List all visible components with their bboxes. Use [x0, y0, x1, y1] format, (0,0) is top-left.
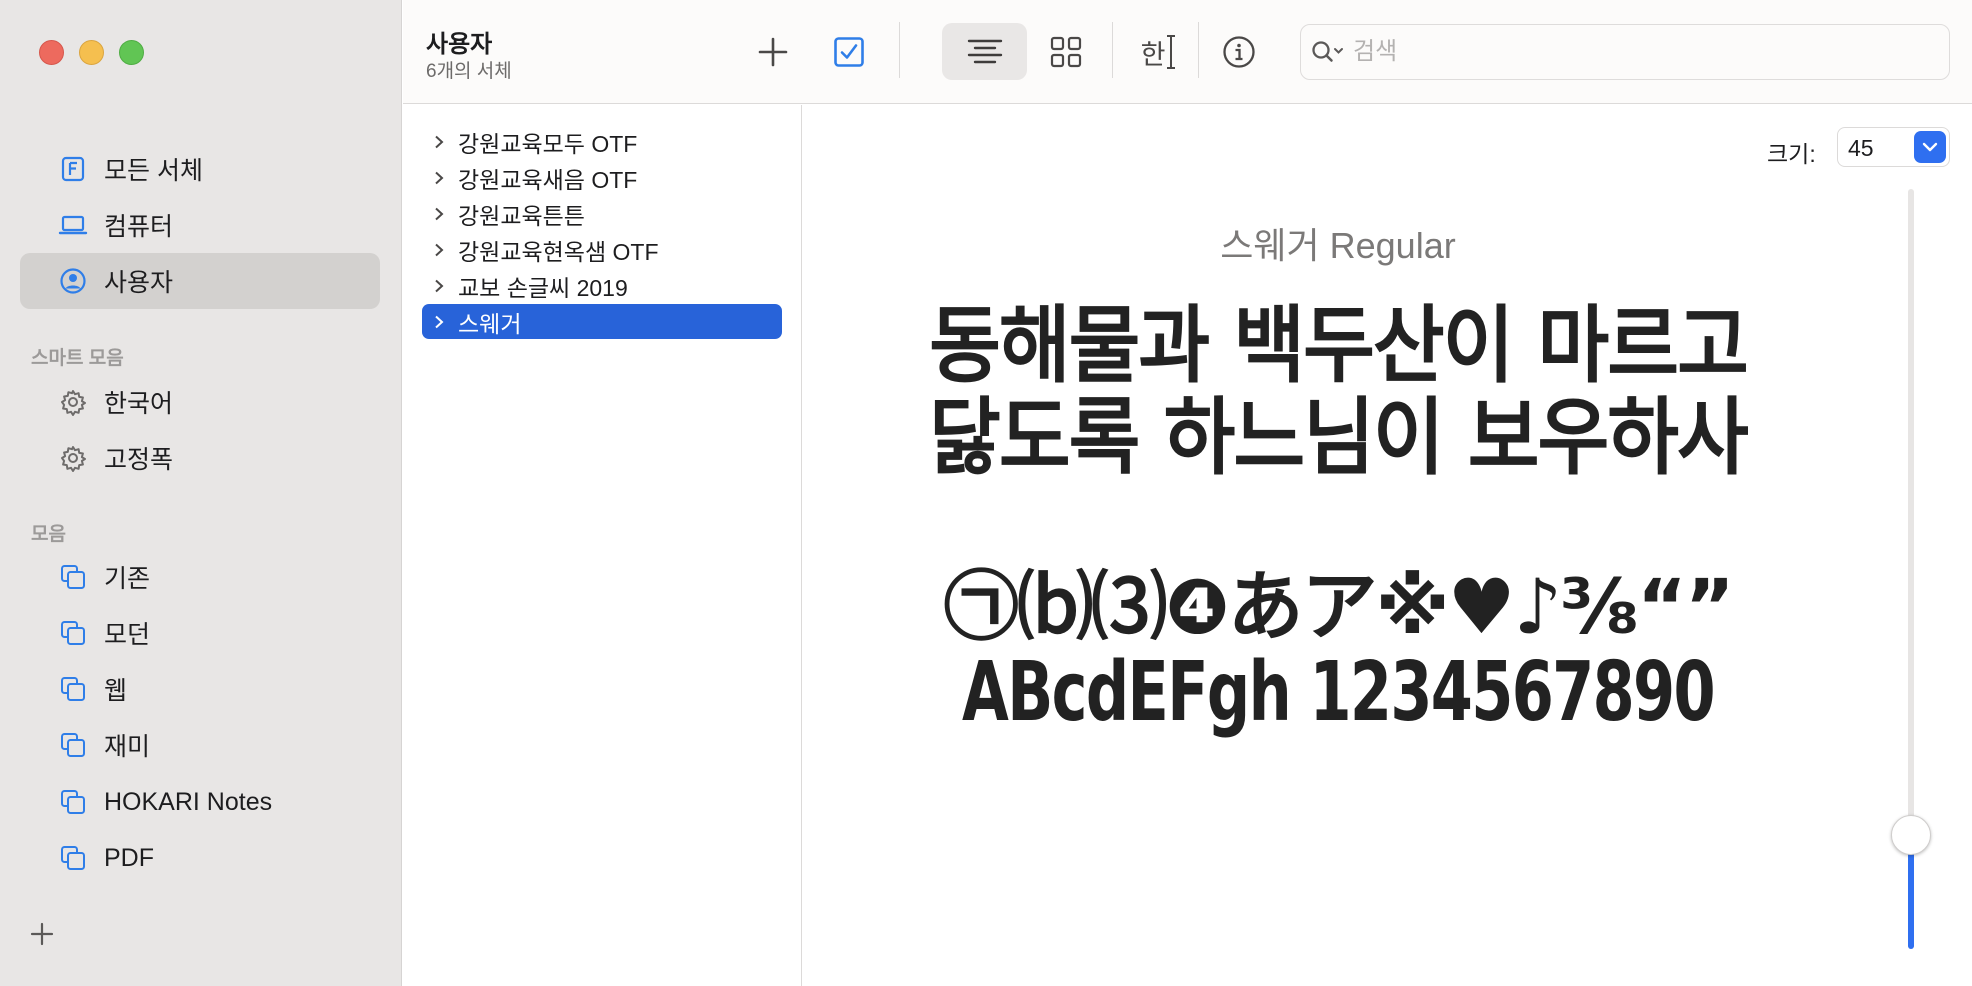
sidebar-item-classic[interactable]: 기존	[20, 549, 380, 605]
font-family-row[interactable]: 강원교육튼튼	[422, 196, 782, 231]
sidebar-item-fun[interactable]: 재미	[20, 717, 380, 773]
chevron-right-icon[interactable]	[432, 279, 446, 293]
checkbox-icon	[834, 37, 864, 67]
sidebar-item-computer[interactable]: 컴퓨터	[20, 197, 380, 253]
font-family-row[interactable]: 교보 손글씨 2019	[422, 268, 782, 303]
sample-view-icon	[967, 39, 1002, 63]
toolbar: 사용자 6개의 서체 한	[403, 0, 1972, 104]
sidebar-item-label: 한국어	[104, 390, 174, 418]
sidebar-item-label: 컴퓨터	[104, 213, 174, 241]
close-window-button[interactable]	[39, 40, 64, 65]
chevron-right-icon[interactable]	[432, 243, 446, 257]
sidebar-item-korean[interactable]: 한국어	[20, 374, 380, 430]
sidebar-item-label: HOKARI Notes	[104, 787, 273, 816]
add-font-button[interactable]	[751, 30, 795, 74]
collection-icon	[58, 730, 88, 760]
sidebar-item-label: 고정폭	[104, 446, 174, 474]
minimize-window-button[interactable]	[79, 40, 104, 65]
collection-icon	[58, 843, 88, 873]
sidebar-item-label: 재미	[104, 733, 151, 761]
sidebar-item-pdf[interactable]: PDF	[20, 830, 380, 886]
font-family-name: 강원교육새음 OTF	[458, 166, 638, 193]
font-family-name: 스웨거	[458, 310, 522, 337]
info-icon	[1223, 36, 1255, 68]
sidebar-item-label: 기존	[104, 565, 151, 593]
preview-font-name: 스웨거 Regular	[1220, 225, 1456, 266]
sidebar-item-label: 모던	[104, 621, 151, 649]
font-family-row-selected[interactable]: 스웨거	[422, 304, 782, 339]
size-dropdown-button[interactable]	[1914, 131, 1946, 163]
font-family-row[interactable]: 강원교육모두 OTF	[422, 124, 782, 159]
sample-view-button[interactable]	[942, 23, 1027, 80]
sidebar-item-hokari-notes[interactable]: HOKARI Notes	[20, 774, 380, 830]
toolbar-divider	[1198, 22, 1199, 78]
add-collection-button[interactable]	[28, 920, 56, 948]
sidebar-item-label: PDF	[104, 843, 154, 872]
sidebar-item-web[interactable]: 웹	[20, 661, 380, 717]
user-circle-icon	[58, 266, 88, 296]
font-family-name: 강원교육튼튼	[458, 202, 585, 229]
chevron-right-icon[interactable]	[432, 171, 446, 185]
search-icon	[1312, 41, 1343, 62]
toolbar-divider	[899, 22, 900, 78]
collection-icon	[58, 787, 88, 817]
plus-icon	[30, 922, 54, 946]
sidebar-item-label: 모든 서체	[104, 157, 203, 185]
sidebar: 모든 서체 컴퓨터 사용자 스마트 모음 한국어 고정폭 모음 기존 모던 웹 …	[0, 0, 402, 986]
font-book-icon	[58, 154, 88, 184]
gear-icon	[58, 443, 88, 473]
sidebar-item-monospace[interactable]: 고정폭	[20, 430, 380, 486]
font-list: 강원교육모두 OTF 강원교육새음 OTF 강원교육튼튼 강원교육현옥샘 OTF…	[403, 105, 802, 986]
zoom-window-button[interactable]	[119, 40, 144, 65]
font-family-name: 강원교육현옥샘 OTF	[458, 238, 659, 265]
collections-header: 모음	[31, 524, 66, 545]
grid-view-icon	[1050, 36, 1082, 68]
font-family-name: 강원교육모두 OTF	[458, 130, 638, 157]
font-family-name: 교보 손글씨 2019	[458, 274, 628, 301]
info-button[interactable]	[1217, 30, 1261, 74]
collection-icon	[58, 674, 88, 704]
font-preview: 크기: 45 스웨거 Regular 동해물과 백두산이 마르고 닳도록 하느님…	[803, 105, 1972, 986]
font-count: 6개의 서체	[426, 61, 512, 82]
chevron-down-icon	[1922, 142, 1938, 152]
preview-sample-line: ABcdEFgh 1234567890	[962, 645, 1716, 740]
window-title: 사용자	[426, 31, 493, 58]
size-value[interactable]: 45	[1848, 135, 1874, 162]
size-slider-knob[interactable]	[1891, 815, 1931, 855]
plus-icon	[758, 37, 788, 67]
toolbar-divider	[1112, 22, 1113, 78]
sidebar-item-user[interactable]: 사용자	[20, 253, 380, 309]
search-input[interactable]	[1353, 38, 1933, 66]
sidebar-item-label: 웹	[104, 677, 128, 705]
chevron-right-icon[interactable]	[432, 207, 446, 221]
size-label: 크기:	[1767, 141, 1816, 167]
smart-collections-header: 스마트 모음	[31, 348, 124, 369]
preview-sample-line: ㉠⒝⑶❹あア※♥♪⅜“”	[943, 562, 1734, 651]
gear-icon	[58, 387, 88, 417]
sidebar-item-all-fonts[interactable]: 모든 서체	[20, 141, 380, 197]
text-cursor-icon	[1167, 35, 1176, 69]
enable-font-button[interactable]	[827, 30, 871, 74]
text-view-button[interactable]: 한	[1131, 28, 1187, 76]
grid-view-button[interactable]	[1044, 30, 1088, 74]
sidebar-item-modern[interactable]: 모던	[20, 605, 380, 661]
search-field[interactable]	[1300, 24, 1950, 80]
font-family-row[interactable]: 강원교육현옥샘 OTF	[422, 232, 782, 267]
collection-icon	[58, 562, 88, 592]
text-view-icon: 한	[1140, 39, 1166, 70]
font-family-row[interactable]: 강원교육새음 OTF	[422, 160, 782, 195]
preview-sample-line: 닳도록 하느님이 보우하사	[929, 389, 1749, 488]
collection-icon	[58, 618, 88, 648]
sidebar-item-label: 사용자	[104, 269, 174, 297]
chevron-right-icon[interactable]	[432, 315, 446, 329]
laptop-icon	[58, 210, 88, 240]
chevron-right-icon[interactable]	[432, 135, 446, 149]
size-combobox[interactable]: 45	[1837, 127, 1950, 167]
